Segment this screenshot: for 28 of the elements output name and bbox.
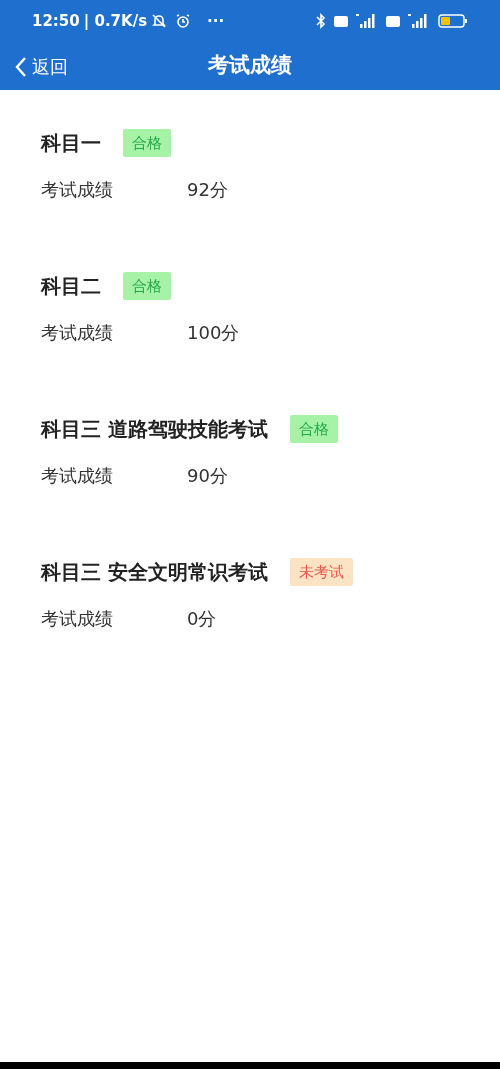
more-notifications: ··· bbox=[207, 10, 225, 32]
subject-name: 科目一 bbox=[41, 130, 101, 157]
status-badge: 合格 bbox=[289, 414, 338, 444]
alarm-clock-icon bbox=[175, 13, 192, 29]
signal-icon bbox=[408, 14, 430, 28]
back-button[interactable]: 返回 bbox=[14, 53, 68, 80]
signal-icon bbox=[356, 14, 378, 28]
subject-name: 科目二 bbox=[41, 273, 101, 300]
page-title: 考试成绩 bbox=[208, 52, 292, 80]
battery-icon bbox=[438, 14, 468, 28]
score-label: 考试成绩 bbox=[41, 178, 114, 202]
score-value: 92分 bbox=[187, 178, 228, 202]
subject-name: 科目三 道路驾驶技能考试 bbox=[41, 416, 268, 443]
score-label: 考试成绩 bbox=[41, 464, 114, 488]
subject-name: 科目三 安全文明常识考试 bbox=[41, 559, 268, 586]
status-badge: 合格 bbox=[123, 271, 171, 301]
score-label: 考试成绩 bbox=[41, 607, 114, 631]
network-speed: | 0.7K/s bbox=[83, 10, 148, 32]
muted-bell-icon bbox=[151, 13, 168, 29]
clock-time: 12:50 bbox=[32, 10, 80, 32]
score-value: 0分 bbox=[187, 607, 217, 631]
status-badge: 未考试 bbox=[289, 557, 353, 587]
score-value: 100分 bbox=[187, 321, 240, 345]
back-chevron-icon bbox=[14, 55, 28, 78]
score-label: 考试成绩 bbox=[41, 321, 114, 345]
bluetooth-icon bbox=[316, 13, 326, 29]
score-value: 90分 bbox=[187, 464, 228, 488]
status-badge: 合格 bbox=[123, 128, 171, 158]
